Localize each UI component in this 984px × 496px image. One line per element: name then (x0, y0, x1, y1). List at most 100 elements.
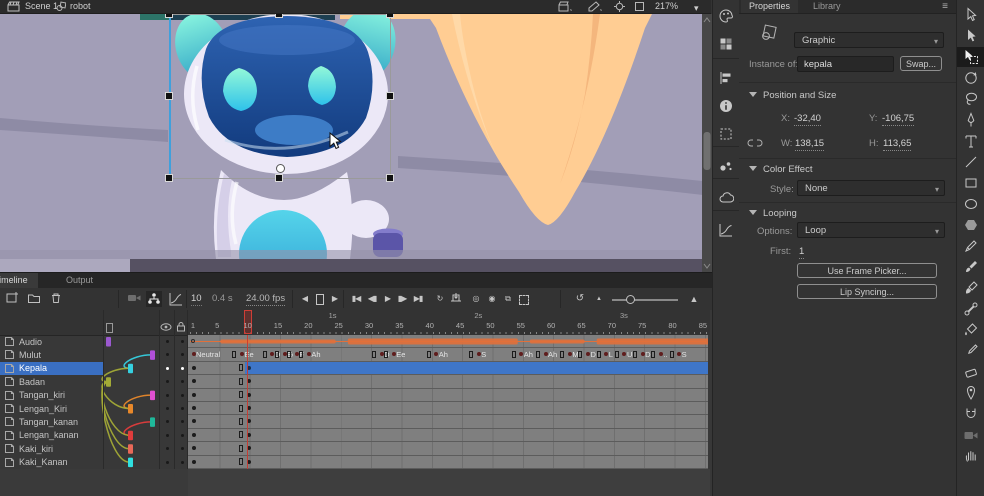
symbol-type-dropdown[interactable]: Graphic▾ (794, 32, 944, 48)
tool-asset-warp[interactable] (957, 383, 984, 403)
tool-line[interactable] (957, 152, 984, 172)
y-value[interactable]: -106,75 (882, 113, 914, 126)
eye-column-icon[interactable] (160, 322, 172, 332)
layer-name-cell[interactable]: Kaki_kiri (0, 442, 103, 455)
tab-library[interactable]: Library (805, 0, 849, 13)
keyframe-dot[interactable] (192, 406, 196, 410)
layer-lock-dot[interactable] (181, 353, 184, 356)
dock-swatches-icon[interactable] (718, 36, 734, 52)
span-end-marker[interactable] (384, 351, 388, 358)
step-back-one-icon[interactable]: ◀▮ (364, 291, 380, 307)
layer-visibility-dot[interactable] (166, 353, 169, 356)
fps-field[interactable]: 24.00 fps (246, 293, 285, 306)
layer-lock-dot[interactable] (181, 380, 184, 383)
phoneme-keyframe-dot[interactable] (295, 352, 299, 356)
tool-fluid-brush[interactable] (957, 278, 984, 298)
frames-row-Badan[interactable] (188, 375, 708, 388)
tool-magnet[interactable] (957, 404, 984, 424)
tool-pen[interactable] (957, 110, 984, 130)
span-end-marker[interactable] (287, 351, 291, 358)
frames-row-Kaki_Kanan[interactable] (188, 456, 708, 469)
selection-handle[interactable] (387, 14, 393, 17)
span-end-marker[interactable] (239, 445, 243, 452)
stage-vscroll-handle[interactable] (704, 132, 711, 170)
span-end-marker[interactable] (633, 351, 637, 358)
transform-point[interactable] (276, 164, 285, 173)
span-end-marker[interactable] (512, 351, 516, 358)
phoneme-keyframe-dot[interactable] (380, 352, 384, 356)
layer-lock-dot[interactable] (181, 407, 184, 410)
layer-name-cell[interactable]: Badan (0, 375, 103, 388)
span-end-marker[interactable] (578, 351, 582, 358)
span-end-marker[interactable] (232, 351, 236, 358)
phoneme-keyframe-dot[interactable] (604, 352, 608, 356)
go-to-last-frame-icon[interactable]: ▶▮ (410, 291, 426, 307)
layer-lock-dot[interactable] (181, 420, 184, 423)
span-end-marker[interactable] (239, 391, 243, 398)
phoneme-keyframe-dot[interactable] (677, 352, 681, 356)
current-frame-box-icon[interactable] (312, 291, 328, 307)
keyframe-dot[interactable] (192, 366, 196, 370)
dock-brushes-icon[interactable] (718, 158, 734, 174)
phoneme-keyframe-dot[interactable] (392, 352, 396, 356)
center-playhead-icon[interactable] (448, 291, 464, 307)
lock-column-icon[interactable] (176, 321, 186, 332)
timeline-zoom-slider-handle[interactable] (626, 295, 635, 304)
zoom-in-frames-icon[interactable]: ▲ (686, 291, 702, 307)
phoneme-keyframe-dot[interactable] (270, 352, 274, 356)
graph-editor-button[interactable] (168, 291, 184, 307)
symbol-breadcrumb[interactable]: robot (70, 1, 91, 11)
layer-name-cell[interactable]: Kaki_Kanan (0, 456, 103, 469)
first-frame-value[interactable]: 1 (799, 246, 804, 259)
instance-name-field[interactable]: kepala (797, 56, 894, 72)
span-end-marker[interactable] (427, 351, 431, 358)
keyframe-dot[interactable] (192, 419, 196, 423)
use-frame-picker-button[interactable]: Use Frame Picker... (797, 263, 937, 278)
tool-free-transform[interactable] (957, 47, 984, 67)
layer-visibility-dot[interactable] (166, 420, 169, 423)
layer-name-cell[interactable]: Lengan_Kiri (0, 402, 103, 415)
frames-row-Mulut[interactable]: NeutralEeDEeFAhDEeAhSAhAhMDLUhD..S (188, 348, 708, 361)
selection-handle[interactable] (166, 14, 172, 17)
dock-cc-libraries-icon[interactable] (718, 190, 734, 206)
phoneme-keyframe-dot[interactable] (283, 352, 287, 356)
selection-handle[interactable] (166, 93, 172, 99)
selection-handle[interactable] (276, 175, 282, 181)
selected-frame-span[interactable] (245, 362, 708, 375)
dock-frame-picker-icon[interactable] (718, 222, 734, 238)
current-frame-field[interactable]: 10 (191, 293, 202, 306)
tool-subselection[interactable] (957, 26, 984, 46)
span-end-marker[interactable] (239, 405, 243, 412)
color-style-dropdown[interactable]: None▾ (797, 180, 945, 196)
tool-bone[interactable] (957, 299, 984, 319)
tool-lasso[interactable] (957, 89, 984, 109)
span-end-marker[interactable] (239, 378, 243, 385)
tab-timeline[interactable]: Timeline (0, 273, 38, 288)
frames-row-Kaki_kiri[interactable] (188, 442, 708, 455)
layer-name-cell[interactable]: Kepala (0, 362, 103, 375)
frames-row-Lengan_Kiri[interactable] (188, 402, 708, 415)
phoneme-keyframe-dot[interactable] (477, 352, 481, 356)
phoneme-keyframe-dot[interactable] (519, 352, 523, 356)
position-size-section-header[interactable]: Position and Size (749, 90, 836, 101)
tool-eyedropper[interactable] (957, 341, 984, 361)
tool-text[interactable] (957, 131, 984, 151)
step-back-icon[interactable]: ◀ (297, 291, 313, 307)
layer-lock-dot[interactable] (181, 340, 184, 343)
timeline-zoom-slider-track[interactable] (612, 299, 678, 301)
layer-name-cell[interactable]: Lengan_kanan (0, 429, 103, 442)
clip-content-icon[interactable] (634, 1, 645, 12)
span-end-marker[interactable] (239, 458, 243, 465)
onion-skin-icon[interactable]: ◎ (468, 291, 484, 307)
span-end-marker[interactable] (469, 351, 473, 358)
edit-symbols-icon[interactable] (588, 1, 602, 12)
phoneme-keyframe-dot[interactable] (240, 352, 244, 356)
tab-properties[interactable]: Properties (741, 0, 798, 13)
phoneme-keyframe-dot[interactable] (622, 352, 626, 356)
layer-name-cell[interactable]: Audio (0, 335, 103, 348)
dock-transform-icon[interactable] (718, 126, 734, 142)
stage-canvas[interactable] (0, 14, 712, 272)
w-value[interactable]: 138,15 (795, 138, 824, 151)
link-wh-icon[interactable] (747, 136, 763, 150)
modify-markers-icon[interactable] (516, 291, 532, 307)
